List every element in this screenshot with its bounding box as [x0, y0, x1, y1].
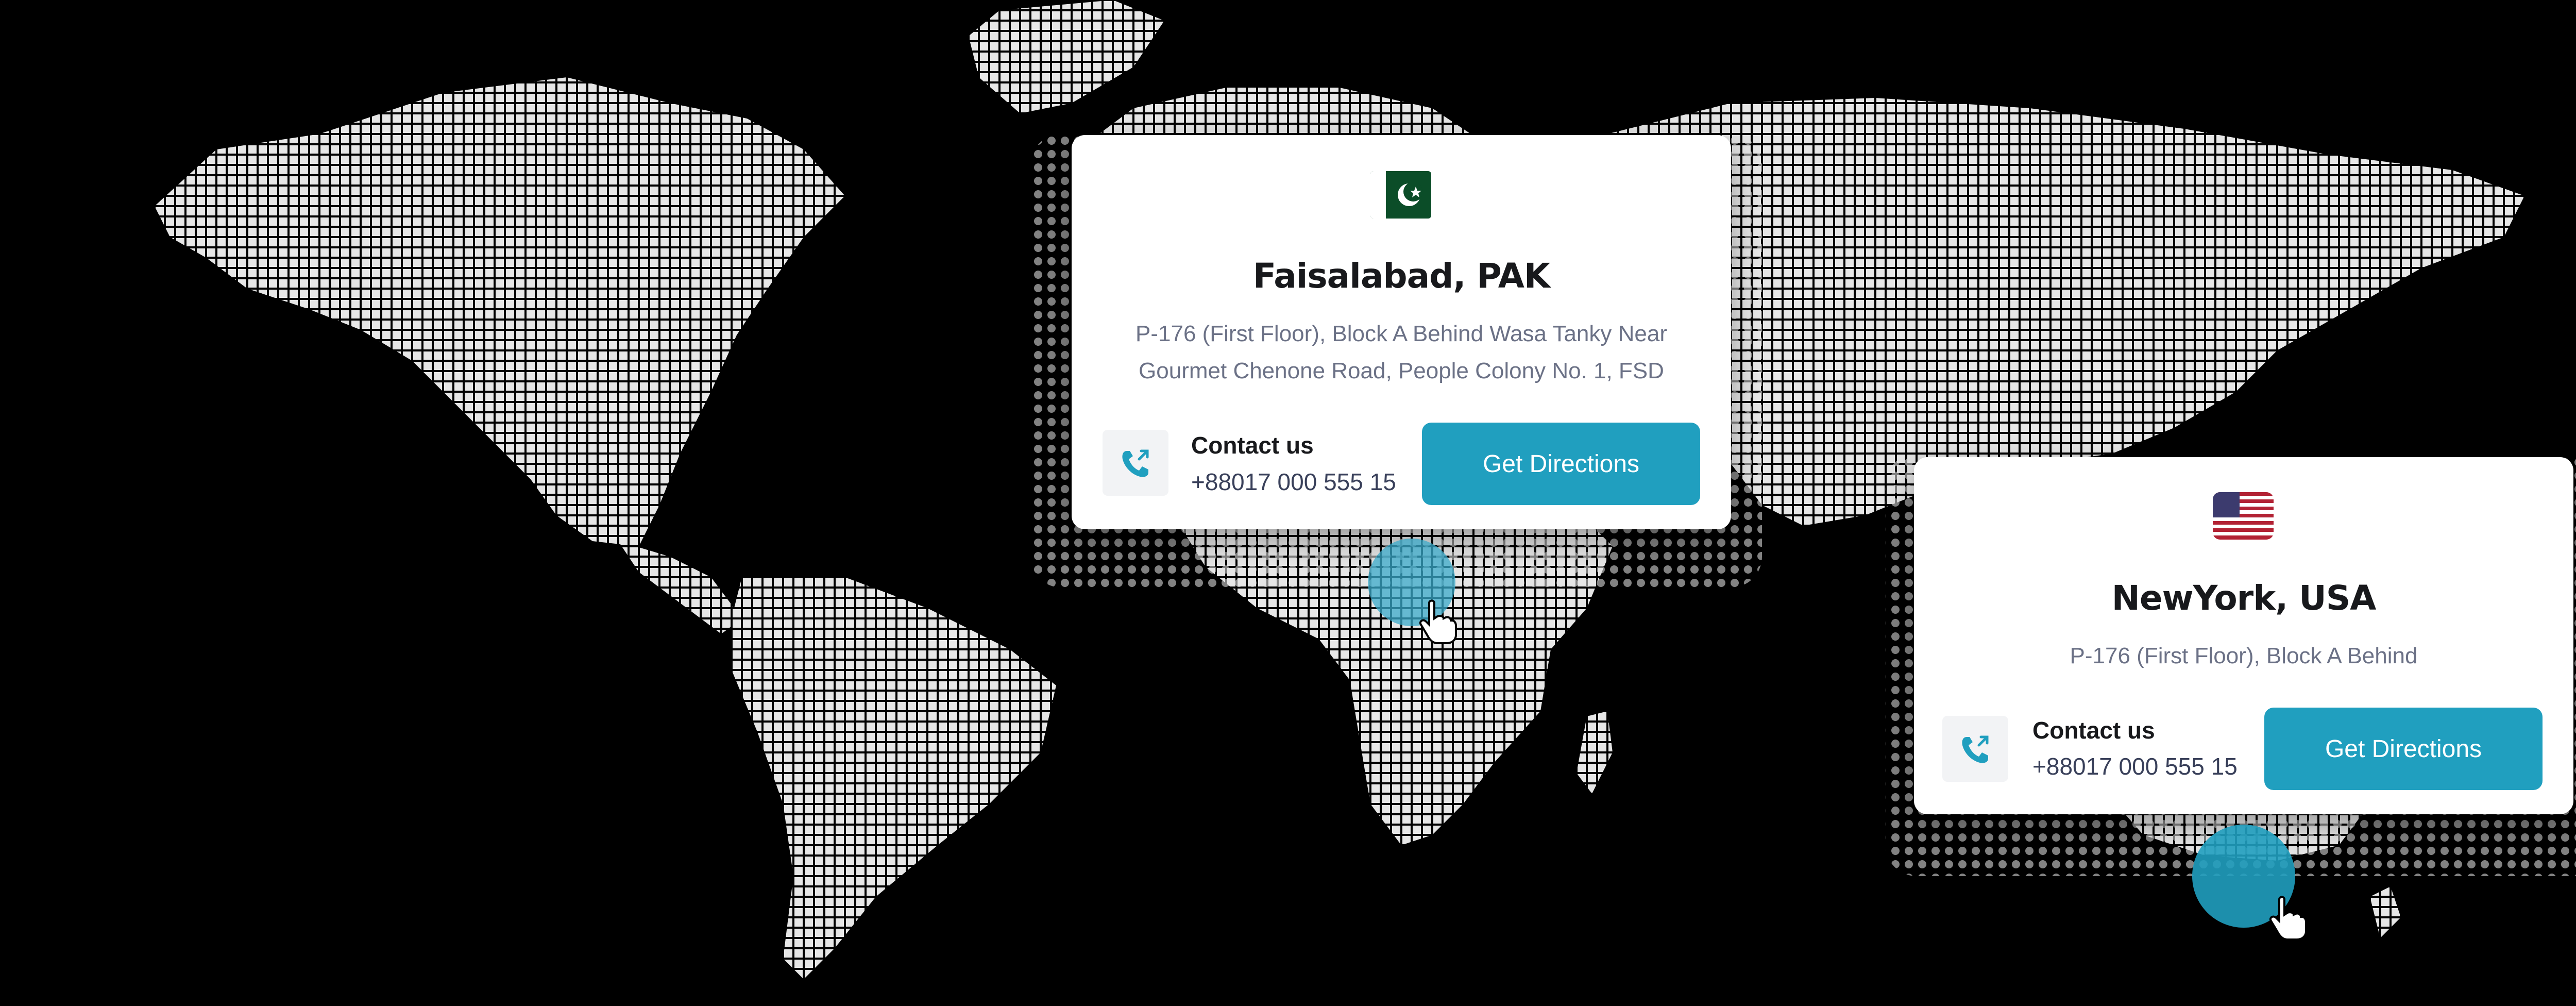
get-directions-button[interactable]: Get Directions: [2264, 708, 2543, 790]
location-address: P-176 (First Floor), Block A Behind Wasa…: [1103, 315, 1700, 390]
address-line-1: P-176 (First Floor), Block A Behind Wasa…: [1136, 321, 1667, 346]
new-zealand-landmass: [2370, 886, 2401, 938]
madagascar-landmass: [1577, 711, 1613, 794]
contact-label: Contact us: [1191, 432, 1314, 459]
phone-call-icon[interactable]: [1103, 430, 1168, 496]
north-america-landmass: [155, 77, 845, 546]
get-directions-button[interactable]: Get Directions: [1422, 423, 1700, 505]
location-card-newyork: NewYork, USA P-176 (First Floor), Block …: [1914, 457, 2573, 814]
south-america-landmass: [732, 577, 1056, 979]
contact-label: Contact us: [2032, 717, 2155, 744]
phone-call-icon[interactable]: [1942, 716, 2008, 782]
central-america-landmass: [618, 541, 742, 634]
hand-cursor-icon: [1419, 599, 1457, 644]
address-line-1: P-176 (First Floor), Block A Behind: [2070, 643, 2418, 668]
contact-phone-number[interactable]: +88017 000 555 15: [1191, 468, 1396, 496]
location-city-title: Faisalabad, PAK: [1253, 256, 1550, 296]
location-card-faisalabad: Faisalabad, PAK P-176 (First Floor), Blo…: [1072, 135, 1731, 529]
location-address: P-176 (First Floor), Block A Behind: [1945, 638, 2543, 675]
contact-phone-number[interactable]: +88017 000 555 15: [2032, 752, 2238, 780]
greenland-landmass: [969, 0, 1164, 113]
address-line-2: Gourmet Chenone Road, People Colony No. …: [1139, 358, 1664, 383]
pakistan-flag-icon: [1370, 171, 1431, 219]
usa-flag-icon: [2213, 492, 2274, 540]
hand-cursor-icon: [2269, 896, 2307, 941]
location-city-title: NewYork, USA: [2111, 578, 2377, 618]
